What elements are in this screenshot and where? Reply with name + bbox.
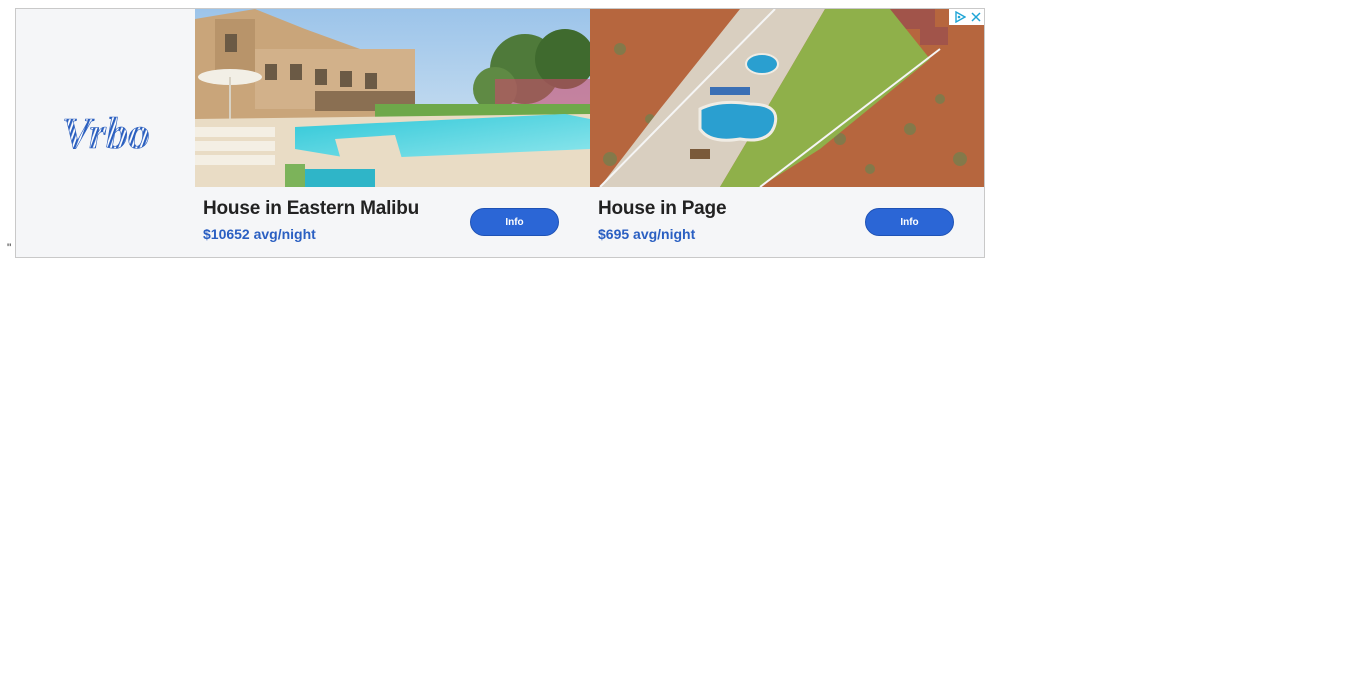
stray-quote-text: " (7, 241, 12, 255)
listing-title[interactable]: House in Eastern Malibu (203, 198, 419, 220)
listing-price: $10652 avg/night (203, 226, 316, 242)
brand-logo-panel[interactable]: Vrbo (16, 9, 195, 257)
adchoices-bar[interactable] (949, 9, 984, 25)
listing-title[interactable]: House in Page (598, 198, 727, 220)
close-icon[interactable] (968, 9, 984, 25)
adchoices-icon[interactable] (952, 9, 968, 25)
info-button[interactable]: Info (470, 208, 559, 236)
villa-pool-photo[interactable] (195, 9, 590, 187)
info-button[interactable]: Info (865, 208, 954, 236)
svg-text:Vrbo: Vrbo (61, 109, 149, 158)
listing-card-page[interactable]: House in Page $695 avg/night Info (590, 9, 984, 257)
listing-price: $695 avg/night (598, 226, 696, 242)
vrbo-ad-banner[interactable]: Vrbo House in Eastern Malibu $10652 avg/… (15, 8, 985, 258)
desert-pool-aerial-photo[interactable] (590, 9, 984, 187)
listing-card-eastern-malibu[interactable]: House in Eastern Malibu $10652 avg/night… (195, 9, 590, 257)
vrbo-logo: Vrbo (61, 109, 150, 158)
